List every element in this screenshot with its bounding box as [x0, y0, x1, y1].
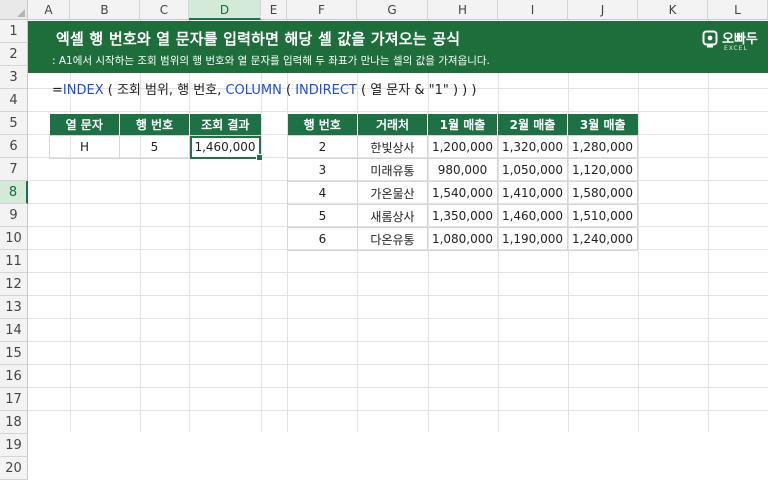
sales-cell[interactable]: 3 [287, 158, 358, 182]
row-header-3[interactable]: 3 [0, 66, 28, 89]
sales-header-3: 2월 매출 [497, 114, 568, 136]
formula-part-3: ( 열 문자 & "1" ) ) ) [356, 83, 477, 98]
column-header-h[interactable]: H [428, 0, 498, 20]
sales-cell[interactable]: 1,080,000 [427, 227, 498, 251]
column-header-g[interactable]: G [357, 0, 428, 20]
row-header-11[interactable]: 11 [0, 250, 28, 273]
row-header-19[interactable]: 19 [0, 434, 28, 457]
table-row: 4 가온물산 1,540,000 1,410,000 1,580,000 [287, 181, 638, 205]
formula-equals: = [52, 83, 63, 98]
sales-header-2: 1월 매출 [427, 114, 498, 136]
sales-header-0: 행 번호 [287, 114, 358, 136]
sales-cell[interactable]: 1,050,000 [497, 158, 568, 182]
banner-title: 엑셀 행 번호와 열 문자를 입력하면 해당 셀 값을 가져오는 공식 [56, 30, 461, 48]
row-header-18[interactable]: 18 [0, 411, 28, 434]
logo-subtext: EXCEL [724, 45, 748, 52]
column-header-f[interactable]: F [287, 0, 357, 20]
column-header-b[interactable]: B [70, 0, 140, 20]
sales-cell[interactable]: 한빛상사 [357, 135, 428, 159]
row-header-5[interactable]: 5 [0, 112, 28, 135]
sales-cell[interactable]: 5 [287, 204, 358, 228]
sales-cell[interactable]: 4 [287, 181, 358, 205]
sales-cell[interactable]: 1,350,000 [427, 204, 498, 228]
column-header-i[interactable]: I [498, 0, 568, 20]
sales-cell[interactable]: 1,280,000 [567, 135, 638, 159]
sales-cell[interactable]: 다온유통 [357, 227, 428, 251]
formula-index: INDEX [62, 83, 104, 98]
sales-cell[interactable]: 6 [287, 227, 358, 251]
lookup-row: H 5 1,460,000 [49, 135, 264, 162]
row-header-4[interactable]: 4 [0, 89, 28, 112]
sales-cell[interactable]: 1,320,000 [497, 135, 568, 159]
column-header-l[interactable]: L [708, 0, 768, 20]
formula-part-1: ( 조회 범위, 행 번호, [103, 83, 226, 98]
sales-cell[interactable]: 980,000 [427, 158, 498, 182]
table-row: 2 한빛상사 1,200,000 1,320,000 1,280,000 [287, 135, 638, 159]
formula-column: COLUMN [225, 83, 282, 98]
spreadsheet: ABCDEFGHIJKL 1 2 3 4 5 6 7 8 9 10 11 12 13 14 15 16 17 18… [0, 0, 768, 480]
row-header-6[interactable]: 6 [0, 135, 28, 158]
column-header-j[interactable]: J [568, 0, 638, 20]
sales-cell[interactable]: 1,460,000 [497, 204, 568, 228]
formula-text: =INDEX ( 조회 범위, 행 번호, COLUMN ( INDIRECT … [52, 79, 476, 98]
sales-cell[interactable]: 1,190,000 [497, 227, 568, 251]
row-header-9[interactable]: 9 [0, 204, 28, 227]
result-cell[interactable]: 1,460,000 [189, 135, 264, 162]
row-header-14[interactable]: 14 [0, 319, 28, 342]
sales-cell[interactable]: 가온물산 [357, 181, 428, 205]
lookup-table: 열 문자 행 번호 조회 결과 H 5 1,460,000 [49, 114, 264, 162]
column-header-e[interactable]: E [261, 0, 287, 20]
row-header-2[interactable]: 2 [0, 43, 28, 66]
row-header-7[interactable]: 7 [0, 158, 28, 181]
sales-cell[interactable]: 1,580,000 [567, 181, 638, 205]
row-header-20[interactable]: 20 [0, 457, 28, 480]
row-header-12[interactable]: 12 [0, 273, 28, 296]
sales-cell[interactable]: 2 [287, 135, 358, 159]
row-header-15[interactable]: 15 [0, 342, 28, 365]
table-row: 5 새롬상사 1,350,000 1,460,000 1,510,000 [287, 204, 638, 228]
banner-subtitle: : A1에서 시작하는 조회 범위의 행 번호와 열 문자를 입력해 두 좌표가… [52, 55, 490, 67]
column-header-c[interactable]: C [140, 0, 189, 20]
formula-part-2: ( [281, 83, 296, 98]
row-header-10[interactable]: 10 [0, 227, 28, 250]
sales-cell[interactable]: 1,410,000 [497, 181, 568, 205]
lookup-header-col-letter: 열 문자 [49, 114, 120, 136]
row-header-13[interactable]: 13 [0, 296, 28, 319]
sales-cell[interactable]: 1,510,000 [567, 204, 638, 228]
row-header-1[interactable]: 1 [0, 20, 28, 43]
row-header-16[interactable]: 16 [0, 365, 28, 388]
sales-header-4: 3월 매출 [567, 114, 638, 136]
sales-cell[interactable]: 1,120,000 [567, 158, 638, 182]
row-header-8[interactable]: 8 [0, 181, 28, 204]
sales-cell[interactable]: 미래유통 [357, 158, 428, 182]
lookup-header-row-number: 행 번호 [119, 114, 190, 136]
sales-cell[interactable]: 1,200,000 [427, 135, 498, 159]
sales-cell[interactable]: 1,240,000 [567, 227, 638, 251]
table-row: 6 다온유통 1,080,000 1,190,000 1,240,000 [287, 227, 638, 251]
lookup-header-result: 조회 결과 [189, 114, 261, 136]
table-row: 3 미래유통 980,000 1,050,000 1,120,000 [287, 158, 638, 182]
column-header-a[interactable]: A [28, 0, 70, 20]
sales-cell[interactable]: 새롬상사 [357, 204, 428, 228]
column-header-d[interactable]: D [189, 0, 261, 20]
col-letter-cell[interactable]: H [49, 135, 120, 159]
row-number-cell[interactable]: 5 [119, 135, 190, 159]
sales-table: 행 번호 거래처 1월 매출 2월 매출 3월 매출 2 한빛상사 1,200,000 1,3… [287, 114, 638, 251]
select-all-button[interactable] [0, 0, 28, 20]
column-header-k[interactable]: K [638, 0, 708, 20]
logo-icon [702, 30, 718, 48]
formula-indirect: INDIRECT [295, 83, 357, 98]
sales-header-1: 거래처 [357, 114, 428, 136]
brand-logo: 오빠두 EXCEL [702, 27, 758, 59]
row-header-17[interactable]: 17 [0, 388, 28, 411]
sales-cell[interactable]: 1,540,000 [427, 181, 498, 205]
